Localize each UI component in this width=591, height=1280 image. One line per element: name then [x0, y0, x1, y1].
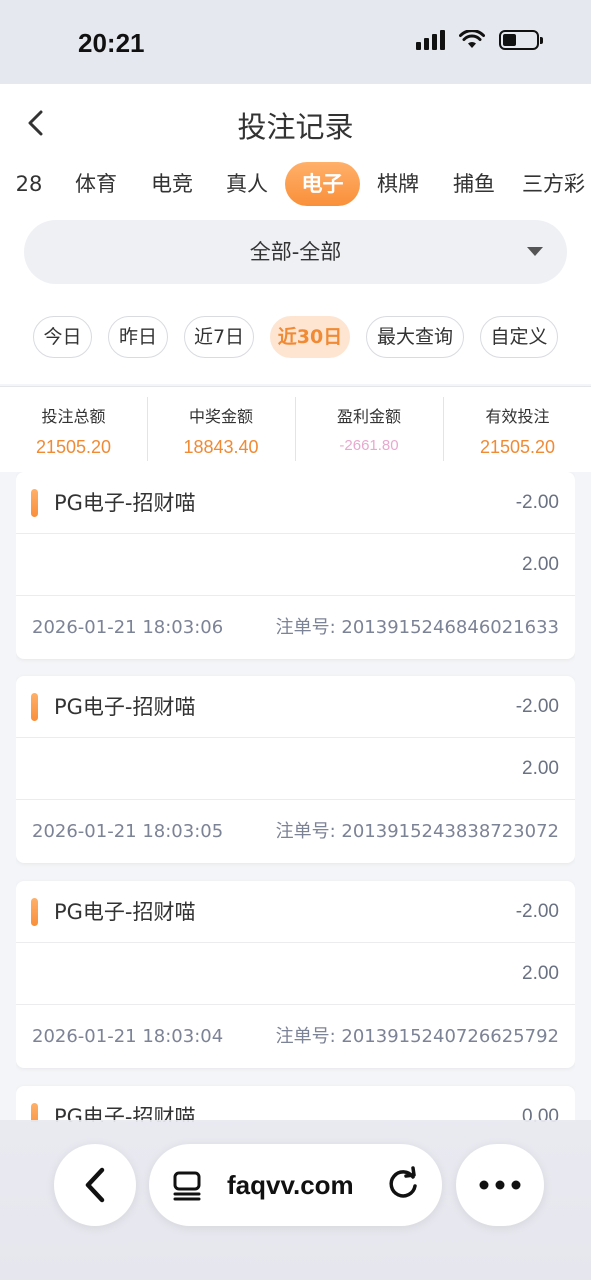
summary-label: 有效投注 — [485, 407, 550, 426]
game-type-dropdown[interactable]: 全部-全部 — [24, 220, 567, 284]
record-profit: -2.00 — [515, 696, 559, 717]
record-footer-row: 2026-01-21 18:03:06 注单号: 201391524684602… — [16, 597, 575, 659]
date-filter-custom[interactable]: 自定义 — [480, 316, 558, 358]
browser-back-button[interactable] — [54, 1144, 136, 1226]
record-accent-bar — [31, 489, 38, 517]
summary-valid-bet: 有效投注 21505.20 — [443, 397, 591, 461]
record-amount: 2.00 — [522, 963, 559, 984]
summary-label: 中奖金额 — [188, 407, 253, 426]
record-game-name: PG电子-招财喵 — [54, 900, 196, 924]
summary-win-amount: 中奖金额 18843.40 — [147, 397, 294, 461]
reload-icon[interactable] — [384, 1166, 422, 1204]
status-icons — [416, 30, 543, 50]
record-amount-row: 2.00 — [16, 943, 575, 1005]
record-accent-bar — [31, 898, 38, 926]
record-footer-row: 2026-01-21 18:03:05 注单号: 201391524383872… — [16, 801, 575, 863]
chevron-down-icon — [527, 247, 543, 256]
record-header-row: PG电子-招财喵 -2.00 — [16, 472, 575, 534]
record-time: 2026-01-21 18:03:04 — [32, 1026, 224, 1047]
tab-electronic[interactable]: 电子 — [285, 162, 360, 206]
summary-label: 盈利金额 — [336, 407, 401, 426]
record-game-name: PG电子-招财喵 — [54, 1105, 196, 1122]
record-header-row: PG电子-招财喵 0.00 — [16, 1086, 575, 1122]
summary-total-bet: 投注总额 21505.20 — [0, 397, 147, 461]
record-accent-bar — [31, 693, 38, 721]
tab-esports[interactable]: 电竞 — [144, 162, 200, 206]
record-order-number: 注单号: 2013915246846021633 — [275, 617, 559, 638]
record-time: 2026-01-21 18:03:05 — [32, 821, 224, 842]
record-game-name: PG电子-招财喵 — [54, 491, 196, 515]
summary-value: -2661.80 — [339, 437, 399, 454]
tab-overview-icon — [173, 1171, 201, 1201]
summary-value: 21505.20 — [35, 437, 112, 457]
record-order-number: 注单号: 2013915240726625792 — [275, 1026, 559, 1047]
date-filter-max[interactable]: 最大查询 — [366, 316, 464, 358]
page-header: 投注记录 28 体育 电竞 真人 电子 棋牌 捕鱼 三方彩 全部-全部 今日 昨… — [0, 84, 591, 384]
bet-record-list: PG电子-招财喵 -2.00 2.00 2026-01-21 18:03:06 … — [16, 472, 575, 1122]
record-footer-row: 2026-01-21 18:03:04 注单号: 201391524072662… — [16, 1006, 575, 1068]
dropdown-value: 全部-全部 — [249, 240, 342, 264]
tab-third-party-lottery[interactable]: 三方彩 — [522, 162, 591, 206]
battery-icon — [499, 30, 543, 50]
wifi-icon — [459, 30, 485, 48]
record-game-name: PG电子-招财喵 — [54, 695, 196, 719]
record-time: 2026-01-21 18:03:06 — [32, 617, 224, 638]
summary-bar: 投注总额 21505.20 中奖金额 18843.40 盈利金额 -2661.8… — [0, 386, 591, 472]
record-amount: 2.00 — [522, 758, 559, 779]
date-filter-group: 今日 昨日 近7日 近30日 最大查询 自定义 — [0, 316, 591, 358]
tab-28[interactable]: 28 — [8, 162, 50, 206]
record-amount-row: 2.00 — [16, 738, 575, 800]
tab-live[interactable]: 真人 — [219, 162, 275, 206]
category-tabs: 28 体育 电竞 真人 电子 棋牌 捕鱼 三方彩 — [0, 162, 591, 206]
cellular-signal-icon — [416, 30, 445, 50]
summary-label: 投注总额 — [41, 407, 106, 426]
more-horizontal-icon — [479, 1180, 521, 1190]
page-title: 投注记录 — [237, 110, 354, 144]
more-options-button[interactable] — [456, 1144, 544, 1226]
record-header-row: PG电子-招财喵 -2.00 — [16, 881, 575, 943]
bet-record-card[interactable]: PG电子-招财喵 0.00 — [16, 1086, 575, 1122]
record-header-row: PG电子-招财喵 -2.00 — [16, 676, 575, 738]
status-time: 20:21 — [78, 28, 145, 58]
summary-value: 18843.40 — [183, 437, 259, 457]
date-filter-30days[interactable]: 近30日 — [270, 316, 350, 358]
bet-record-card[interactable]: PG电子-招财喵 -2.00 2.00 2026-01-21 18:03:06 … — [16, 472, 575, 659]
record-order-number: 注单号: 2013915243838723072 — [275, 821, 559, 842]
chevron-left-icon — [85, 1167, 105, 1203]
url-text: faqvv.com — [227, 1170, 354, 1200]
summary-profit: 盈利金额 -2661.80 — [295, 397, 442, 461]
bet-record-card[interactable]: PG电子-招财喵 -2.00 2.00 2026-01-21 18:03:04 … — [16, 881, 575, 1068]
tab-fishing[interactable]: 捕鱼 — [446, 162, 502, 206]
record-profit: -2.00 — [515, 492, 559, 513]
summary-value: 21505.20 — [479, 437, 556, 457]
record-profit: -2.00 — [515, 901, 559, 922]
address-bar[interactable]: faqvv.com — [149, 1144, 442, 1226]
browser-toolbar: faqvv.com — [0, 1120, 591, 1280]
record-amount-row: 2.00 — [16, 534, 575, 596]
tab-sports[interactable]: 体育 — [68, 162, 124, 206]
status-bar: 20:21 — [0, 0, 591, 84]
date-filter-today[interactable]: 今日 — [33, 316, 92, 358]
bet-record-card[interactable]: PG电子-招财喵 -2.00 2.00 2026-01-21 18:03:05 … — [16, 676, 575, 863]
date-filter-yesterday[interactable]: 昨日 — [108, 316, 168, 358]
tab-chess[interactable]: 棋牌 — [370, 162, 426, 206]
date-filter-7days[interactable]: 近7日 — [184, 316, 254, 358]
record-profit: 0.00 — [522, 1106, 559, 1122]
record-amount: 2.00 — [522, 554, 559, 575]
